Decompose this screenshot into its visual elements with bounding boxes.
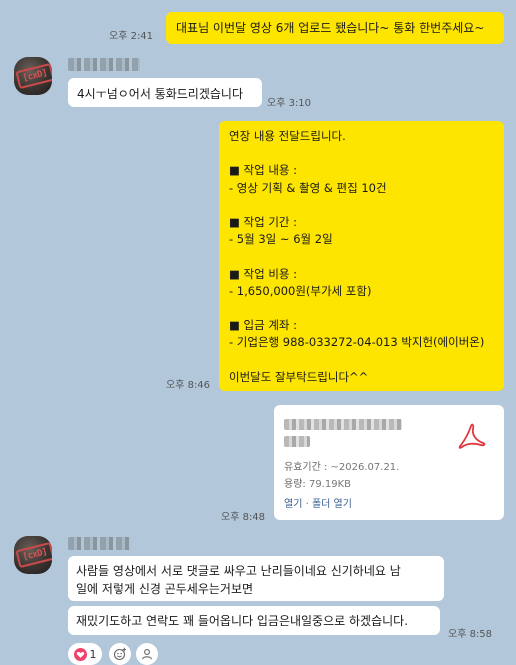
open-file-link[interactable]: 열기 (284, 499, 302, 510)
add-reaction-button[interactable] (109, 643, 131, 665)
message-time: 오후 8:46 (166, 380, 211, 391)
other-message-bubble[interactable]: 사람들 영상에서 서로 댓글로 싸우고 난리들이네요 신기하네요 남 일에 저렇… (68, 556, 444, 601)
link-separator: · (302, 499, 312, 510)
other-message-bubble[interactable]: 재밌기도하고 연락도 꽤 들어옵니다 입금은내일중으로 하겠습니다. (68, 606, 440, 635)
file-name-redacted (284, 436, 310, 447)
avatar-logo: [cxD] (15, 541, 52, 569)
avatar-logo: [cxD] (15, 62, 52, 90)
file-name-redacted (284, 419, 402, 430)
sender-name-redacted (68, 537, 132, 550)
file-validity: 유효기간 : ~2026.07.21. (284, 458, 399, 473)
message-time: 오후 8:58 (448, 629, 493, 640)
file-attachment-card[interactable]: 유효기간 : ~2026.07.21. 용량: 79.19KB 열기 · 폴더 … (274, 405, 504, 520)
my-message-bubble[interactable]: 대표님 이번달 영상 6개 업로드 됐습니다~ 통화 한번주세요~ (166, 12, 504, 44)
heart-reaction-button[interactable]: 1 (68, 643, 102, 665)
message-time: 오후 3:10 (267, 98, 312, 109)
reactors-button[interactable] (136, 643, 158, 665)
person-icon (141, 649, 153, 660)
file-size-label: 용량: (284, 479, 309, 490)
sender-avatar[interactable]: [cxD] (14, 536, 52, 574)
sender-avatar[interactable]: [cxD] (14, 57, 52, 95)
message-time: 오후 2:41 (109, 31, 154, 42)
message-time: 오후 8:48 (221, 512, 266, 523)
file-size: 용량: 79.19KB (284, 475, 351, 490)
heart-reaction-count: 1 (89, 647, 97, 661)
pdf-icon (458, 423, 486, 449)
file-validity-label: 유효기간 : (284, 462, 331, 473)
file-validity-value: ~2026.07.21. (330, 462, 400, 473)
file-size-value: 79.19KB (308, 479, 351, 490)
file-actions: 열기 · 폴더 열기 (284, 495, 352, 510)
emoji-add-icon (113, 647, 126, 661)
my-message-bubble[interactable]: 연장 내용 전달드립니다. ■ 작업 내용 : - 영상 기획 & 촬영 & 편… (219, 121, 504, 391)
sender-name-redacted (68, 58, 140, 71)
open-folder-link[interactable]: 폴더 열기 (312, 499, 352, 510)
other-message-bubble[interactable]: 4시ㅜ넘ㅇ어서 통화드리겠습니다 (68, 78, 262, 107)
heart-icon (73, 647, 87, 661)
